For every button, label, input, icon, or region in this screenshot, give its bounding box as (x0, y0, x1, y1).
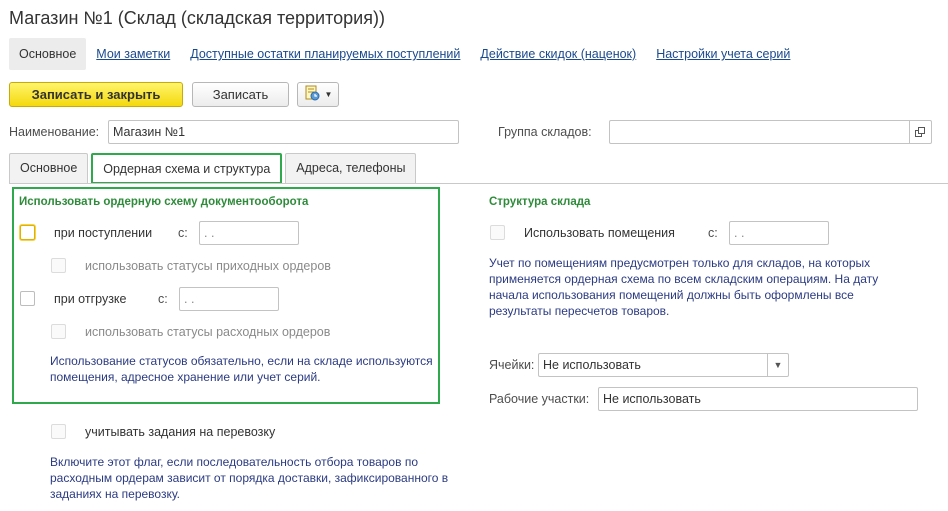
tab-order-scheme[interactable]: Ордерная схема и структура (91, 153, 283, 184)
tab-addresses[interactable]: Адреса, телефоны (285, 153, 417, 183)
order-scheme-note: Использование статусов обязательно, если… (50, 354, 433, 384)
use-rooms-date-input[interactable]: . . (729, 221, 829, 245)
nav-series-settings[interactable]: Настройки учета серий (646, 38, 800, 70)
order-scheme-title: Использовать ордерную схему документообо… (19, 196, 309, 208)
tab-divider (9, 183, 948, 184)
save-and-close-button[interactable]: Записать и закрыть (9, 82, 183, 107)
nav-my-notes[interactable]: Мои заметки (86, 38, 180, 70)
report-menu-button[interactable]: ▼ (297, 82, 339, 107)
cells-value: Не использовать (543, 358, 641, 372)
nav-main[interactable]: Основное (9, 38, 87, 70)
shipment-statuses-checkbox[interactable] (51, 324, 66, 339)
nav-discounts[interactable]: Действие скидок (наценок) (470, 38, 646, 70)
on-shipment-checkbox[interactable] (20, 291, 35, 306)
tab-main[interactable]: Основное (9, 153, 89, 183)
structure-note: Учет по помещениям предусмотрен только д… (489, 256, 879, 318)
chevron-down-icon: ▼ (324, 90, 333, 99)
use-rooms-checkbox[interactable] (490, 225, 505, 240)
use-rooms-label: Использовать помещения (524, 226, 675, 240)
receipt-statuses-checkbox[interactable] (51, 258, 66, 273)
structure-title: Структура склада (489, 196, 591, 208)
use-rooms-from-label: с: (708, 226, 718, 240)
on-shipment-date-input[interactable]: . . (179, 287, 279, 311)
group-label: Группа складов: (498, 125, 592, 139)
receipt-statuses-label: использовать статусы приходных ордеров (85, 259, 331, 273)
open-group-icon[interactable] (909, 121, 931, 143)
on-receipt-date-input[interactable]: . . (199, 221, 299, 245)
form-navbar: Основное Мои заметки Доступные остатки п… (9, 38, 800, 70)
cells-select[interactable]: Не использовать ▼ (538, 353, 789, 377)
cells-label: Ячейки: (489, 358, 535, 372)
transport-tasks-checkbox[interactable] (51, 424, 66, 439)
chevron-down-icon[interactable]: ▼ (767, 354, 788, 376)
shipment-statuses-label: использовать статусы расходных ордеров (85, 325, 331, 339)
group-input[interactable] (609, 120, 932, 144)
on-receipt-label: при поступлении (54, 226, 153, 240)
name-input[interactable]: Магазин №1 (108, 120, 459, 144)
window-title: Магазин №1 (Склад (складская территория)… (9, 8, 385, 28)
document-report-icon (304, 85, 320, 104)
nav-planned-stock[interactable]: Доступные остатки планируемых поступлени… (180, 38, 470, 70)
on-receipt-checkbox[interactable] (20, 225, 35, 240)
transport-tasks-note: Включите этот флаг, если последовательно… (50, 455, 449, 501)
transport-tasks-label: учитывать задания на перевозку (85, 425, 276, 439)
on-receipt-from-label: с: (178, 226, 188, 240)
work-areas-input[interactable]: Не использовать (598, 387, 918, 411)
on-shipment-label: при отгрузке (54, 292, 127, 306)
on-shipment-from-label: с: (158, 292, 168, 306)
tab-bar: Основное Ордерная схема и структура Адре… (9, 153, 419, 184)
name-label: Наименование: (9, 125, 100, 139)
work-areas-label: Рабочие участки: (489, 392, 590, 406)
save-button[interactable]: Записать (192, 82, 289, 107)
